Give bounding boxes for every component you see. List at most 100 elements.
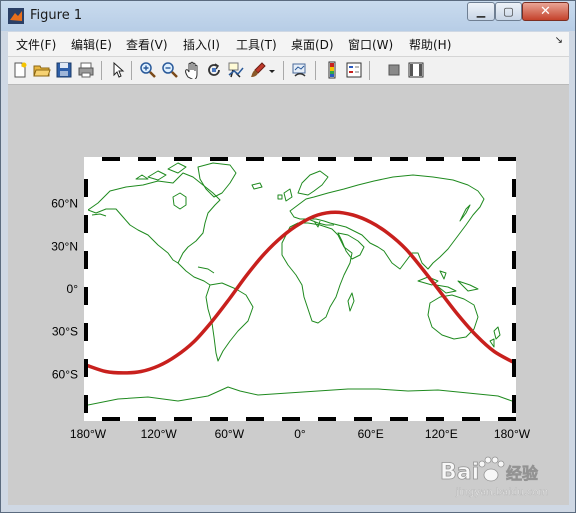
menu-edit[interactable]: 编辑(E) xyxy=(71,36,112,53)
frame-dash xyxy=(84,377,88,395)
frame-dash xyxy=(84,341,88,359)
toolbar-separator xyxy=(283,61,284,80)
frame-dash xyxy=(512,269,516,287)
toolbar-separator xyxy=(101,61,102,80)
y-tick-labels: 60°N 30°N 0° 30°S 60°S xyxy=(51,197,78,382)
title-bar[interactable]: Figure 1 ▁ ▢ ✕ xyxy=(1,1,575,31)
frame-dash xyxy=(300,157,318,161)
map-area xyxy=(88,161,512,417)
frame-dash xyxy=(372,417,390,421)
new-figure-icon[interactable] xyxy=(11,61,29,79)
hide-plot-tools-icon[interactable] xyxy=(385,61,403,79)
save-icon[interactable] xyxy=(55,61,73,79)
toolbar-separator xyxy=(315,61,316,80)
frame-dash xyxy=(84,413,88,417)
show-plot-tools-icon[interactable] xyxy=(407,61,425,79)
y-tick-label: 60°S xyxy=(52,367,78,381)
baidu-watermark: Bai 经验 jingyan.baidu.com xyxy=(440,456,548,498)
frame-dash xyxy=(120,417,138,421)
watermark-brand: Bai xyxy=(440,460,479,485)
maximize-button[interactable]: ▢ xyxy=(495,2,522,21)
frame-dash xyxy=(336,157,354,161)
y-tick-label: 30°S xyxy=(52,325,78,339)
frame-dash xyxy=(84,417,102,421)
frame-dash xyxy=(84,269,88,287)
figure-window: Figure 1 ▁ ▢ ✕ 文件(F) 编辑(E) 查看(V) 插入(I) 工… xyxy=(0,0,576,513)
close-button[interactable]: ✕ xyxy=(522,2,569,21)
x-tick-label: 0° xyxy=(294,427,306,441)
frame-dash xyxy=(372,157,390,161)
open-file-icon[interactable] xyxy=(33,61,51,79)
frame-dash xyxy=(192,157,210,161)
x-tick-label: 120°E xyxy=(425,427,458,441)
x-tick-label: 180°W xyxy=(494,427,531,441)
frame-dash xyxy=(512,305,516,323)
menu-file[interactable]: 文件(F) xyxy=(16,36,56,53)
menu-window[interactable]: 窗口(W) xyxy=(348,36,393,53)
frame-dash xyxy=(480,157,498,161)
pan-icon[interactable] xyxy=(183,61,201,79)
window-title: Figure 1 xyxy=(30,8,83,23)
frame-dash xyxy=(84,197,88,215)
watermark-brand-suffix: 经验 xyxy=(506,464,539,483)
paw-icon xyxy=(478,456,505,482)
watermark-url: jingyan.baidu.com xyxy=(455,487,548,498)
frame-dash xyxy=(84,161,88,179)
y-tick-label: 30°N xyxy=(51,239,78,253)
frame-dash xyxy=(264,417,282,421)
x-tick-label: 60°E xyxy=(358,427,384,441)
pointer-icon[interactable] xyxy=(109,61,127,79)
frame-dash xyxy=(408,157,426,161)
menu-help[interactable]: 帮助(H) xyxy=(409,36,451,53)
dock-arrow-icon[interactable]: ↘ xyxy=(555,35,563,46)
frame-dash xyxy=(192,417,210,421)
frame-dash xyxy=(512,233,516,251)
legend-icon[interactable] xyxy=(345,61,363,79)
brush-dropdown-icon[interactable] xyxy=(267,61,277,79)
frame-dash xyxy=(84,157,102,161)
zoom-out-icon[interactable] xyxy=(161,61,179,79)
rotate-3d-icon[interactable] xyxy=(205,61,223,79)
toolbar-separator xyxy=(369,61,370,80)
frame-dash xyxy=(444,157,462,161)
y-tick-label: 60°N xyxy=(51,197,78,211)
x-tick-labels: 180°W 120°W 60°W 0° 60°E 120°E 180°W xyxy=(70,427,531,441)
frame-dash xyxy=(512,197,516,215)
x-tick-label: 60°W xyxy=(215,427,245,441)
frame-dash xyxy=(120,157,138,161)
frame-dash xyxy=(512,413,516,417)
frame-dash xyxy=(408,417,426,421)
frame-dash xyxy=(156,417,174,421)
frame-dash xyxy=(336,417,354,421)
figure-canvas: 180°W 120°W 60°W 0° 60°E 120°E 180°W 60°N 30°N 0… xyxy=(8,85,569,505)
toolbar-separator xyxy=(131,61,132,80)
print-icon[interactable] xyxy=(77,61,95,79)
frame-dash xyxy=(480,417,498,421)
menu-desktop[interactable]: 桌面(D) xyxy=(291,36,334,53)
frame-dash xyxy=(84,305,88,323)
frame-dash xyxy=(228,417,246,421)
x-tick-label: 120°W xyxy=(141,427,178,441)
frame-dash xyxy=(84,233,88,251)
frame-dash xyxy=(156,157,174,161)
y-tick-label: 0° xyxy=(67,282,79,296)
menu-tools[interactable]: 工具(T) xyxy=(236,36,277,53)
frame-dash xyxy=(264,157,282,161)
zoom-in-icon[interactable] xyxy=(139,61,157,79)
link-plot-icon[interactable] xyxy=(291,61,309,79)
minimize-button[interactable]: ▁ xyxy=(467,2,495,21)
frame-dash xyxy=(512,341,516,359)
toolbar xyxy=(8,57,569,85)
data-cursor-icon[interactable] xyxy=(227,61,245,79)
x-tick-label: 180°W xyxy=(70,427,107,441)
frame-dash xyxy=(512,161,516,179)
colorbar-icon[interactable] xyxy=(323,61,341,79)
map-plot: 180°W 120°W 60°W 0° 60°E 120°E 180°W 60°N 30°N 0… xyxy=(51,157,548,498)
brush-icon[interactable] xyxy=(249,61,267,79)
frame-dash xyxy=(300,417,318,421)
menu-view[interactable]: 查看(V) xyxy=(126,36,168,53)
frame-dash xyxy=(444,417,462,421)
menu-insert[interactable]: 插入(I) xyxy=(183,36,220,53)
matlab-logo-icon xyxy=(8,8,24,24)
frame-dash xyxy=(512,377,516,395)
